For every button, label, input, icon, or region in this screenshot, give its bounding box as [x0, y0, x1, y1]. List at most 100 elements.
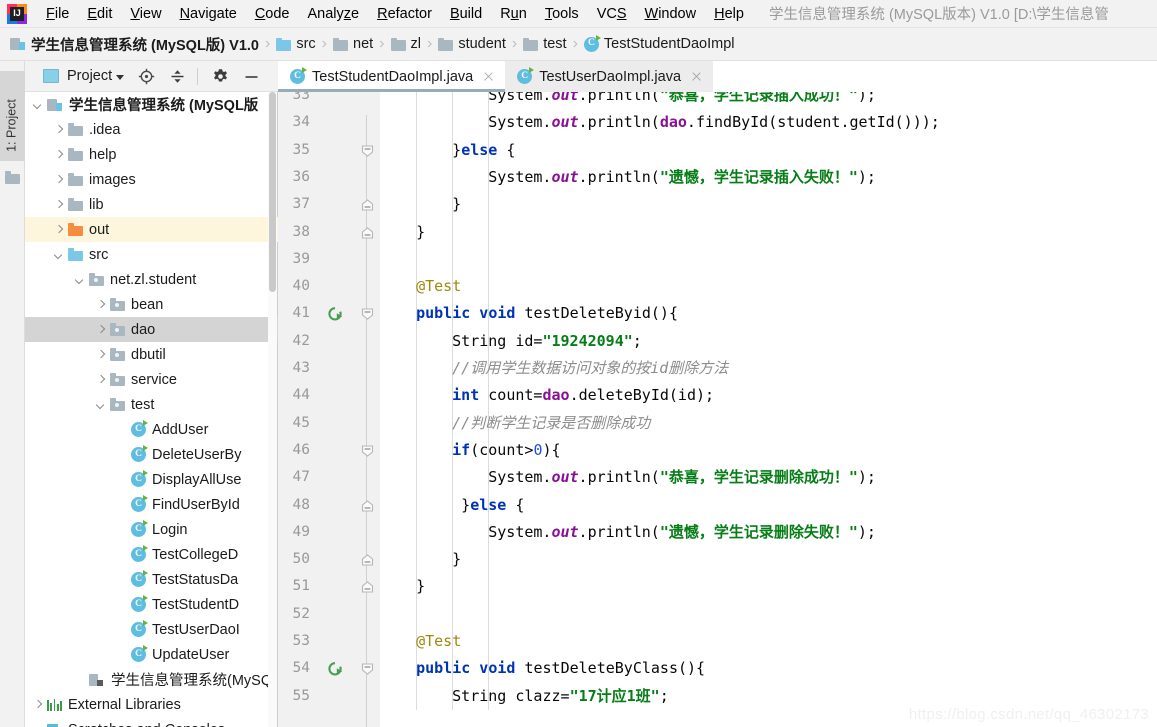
tree-item-scratchesandconsoles[interactable]: Scratches and Consoles [25, 717, 278, 727]
tree-item-displayalluse[interactable]: C DisplayAllUse [25, 467, 278, 492]
editor-tab-1[interactable]: C TestUserDaoImpl.java [505, 61, 714, 92]
tree-item-test[interactable]: test [25, 392, 278, 417]
chevron-right-icon[interactable] [52, 148, 65, 161]
breadcrumb-item-4[interactable]: student [438, 36, 506, 52]
close-icon[interactable] [690, 70, 703, 83]
fold-collapse-icon[interactable] [360, 662, 375, 676]
tree-item-mysq[interactable]: 学生信息管理系统(MySQ [25, 667, 278, 692]
breadcrumb-item-1[interactable]: src [276, 36, 316, 52]
tree-item-label: bean [131, 296, 164, 313]
fold-end-icon[interactable] [360, 198, 375, 212]
tree-item-bean[interactable]: bean [25, 292, 278, 317]
java-class-icon: C [131, 495, 148, 512]
fold-collapse-icon[interactable] [360, 144, 375, 158]
editor-body[interactable]: 33 34 35 36 37 38 39 40 41 42 43 44 45 46 47 48 49 50 51 52… [278, 92, 1157, 727]
chevron-down-icon[interactable] [52, 248, 65, 261]
chevron-down-icon[interactable] [116, 74, 125, 80]
menu-item-analyze[interactable]: Analyze [299, 1, 369, 27]
tree-item-src[interactable]: src [25, 242, 278, 267]
breadcrumb-item-0[interactable]: 学生信息管理系统 (MySQL版) V1.0 [10, 34, 259, 55]
code-token: System [488, 92, 543, 104]
code-token: void [479, 659, 516, 678]
run-test-icon[interactable] [327, 306, 343, 322]
tree-item-out[interactable]: out [25, 217, 278, 242]
editor-fold-column[interactable] [358, 92, 380, 727]
gear-icon[interactable] [211, 67, 229, 85]
breadcrumb-item-5[interactable]: test [523, 36, 567, 52]
chevron-right-icon[interactable] [94, 373, 107, 386]
tree-item-lib[interactable]: lib [25, 192, 278, 217]
menu-item-file[interactable]: File [37, 1, 78, 27]
chevron-right-icon[interactable] [52, 123, 65, 136]
menu-item-window[interactable]: Window [636, 1, 706, 27]
chevron-right-icon[interactable] [31, 698, 44, 711]
editor-code[interactable]: System.out.println("恭喜，学生记录插入成功！"); Syste… [380, 92, 1157, 727]
tree-item-teststudentd[interactable]: C TestStudentD [25, 592, 278, 617]
code-token: String [452, 686, 507, 705]
tool-window-button-project[interactable]: 1: Project [0, 71, 25, 161]
menu-item-edit[interactable]: Edit [78, 1, 121, 27]
tree-item-help[interactable]: help [25, 142, 278, 167]
chevron-down-icon[interactable] [31, 98, 44, 111]
tree-item-adduser[interactable]: C AddUser [25, 417, 278, 442]
tree-item-teststatusda[interactable]: C TestStatusDa [25, 567, 278, 592]
tree-item-login[interactable]: C Login [25, 517, 278, 542]
fold-end-icon[interactable] [360, 580, 375, 594]
menu-item-refactor[interactable]: Refactor [368, 1, 441, 27]
menu-item-view[interactable]: View [121, 1, 170, 27]
menu-item-run[interactable]: Run [491, 1, 536, 27]
tree-item-updateuser[interactable]: C UpdateUser [25, 642, 278, 667]
chevron-right-icon[interactable] [52, 173, 65, 186]
tree-item-testuserdaoi[interactable]: C TestUserDaoI [25, 617, 278, 642]
fold-end-icon[interactable] [360, 499, 375, 513]
editor-tab-0[interactable]: C TestStudentDaoImpl.java [278, 61, 506, 92]
breadcrumb-item-6[interactable]: C TestStudentDaoImpl [583, 34, 735, 52]
fold-end-icon[interactable] [360, 226, 375, 240]
close-icon[interactable] [482, 70, 495, 83]
tree-item-dbutil[interactable]: dbutil [25, 342, 278, 367]
code-line-53: @Test [416, 628, 461, 655]
hide-panel-icon[interactable] [242, 67, 260, 85]
tree-item-finduserbyid[interactable]: C FindUserById [25, 492, 278, 517]
chevron-right-icon[interactable] [94, 298, 107, 311]
tree-item-testcolleged[interactable]: C TestCollegeD [25, 542, 278, 567]
line-number-36: 36 [292, 168, 310, 185]
java-class-icon: C [131, 595, 148, 612]
locate-icon[interactable] [137, 67, 155, 85]
editor-gutter[interactable]: 33 34 35 36 37 38 39 40 41 42 43 44 45 46 47 48 49 50 51 52… [278, 92, 358, 727]
collapse-all-icon[interactable] [168, 67, 186, 85]
menu-item-code[interactable]: Code [246, 1, 299, 27]
scrollbar-thumb[interactable] [269, 92, 276, 292]
tree-item-deleteuserby[interactable]: C DeleteUserBy [25, 442, 278, 467]
tree-item-mysql[interactable]: 学生信息管理系统 (MySQL版 [25, 92, 278, 117]
project-tree-scrollbar[interactable] [268, 92, 277, 727]
chevron-down-icon[interactable] [73, 273, 86, 286]
tree-item-images[interactable]: images [25, 167, 278, 192]
tree-item-idea[interactable]: .idea [25, 117, 278, 142]
tree-item-netzlstudent[interactable]: net.zl.student [25, 267, 278, 292]
fold-collapse-icon[interactable] [360, 444, 375, 458]
chevron-right-icon[interactable] [52, 223, 65, 236]
menu-item-tools[interactable]: Tools [536, 1, 588, 27]
chevron-right-icon[interactable] [52, 198, 65, 211]
tree-item-dao[interactable]: dao [25, 317, 278, 342]
menu-item-help[interactable]: Help [705, 1, 753, 27]
code-token: ); [857, 522, 876, 541]
tree-item-externallibraries[interactable]: External Libraries [25, 692, 278, 717]
chevron-down-icon[interactable] [94, 398, 107, 411]
run-test-icon[interactable] [327, 661, 343, 677]
menu-item-navigate[interactable]: Navigate [171, 1, 246, 27]
menu-item-build[interactable]: Build [441, 1, 491, 27]
chevron-right-icon[interactable] [94, 348, 107, 361]
breadcrumb-item-2[interactable]: net [333, 36, 373, 52]
tree-item-service[interactable]: service [25, 367, 278, 392]
fold-collapse-icon[interactable] [360, 307, 375, 321]
breadcrumb-item-3[interactable]: zl [390, 36, 421, 52]
fold-end-icon[interactable] [360, 553, 375, 567]
menu-item-vcs[interactable]: VCS [588, 1, 636, 27]
code-token: out [551, 468, 579, 487]
project-tree[interactable]: 学生信息管理系统 (MySQL版 .idea help images lib out src… [25, 92, 278, 727]
chevron-right-icon[interactable] [94, 323, 107, 336]
